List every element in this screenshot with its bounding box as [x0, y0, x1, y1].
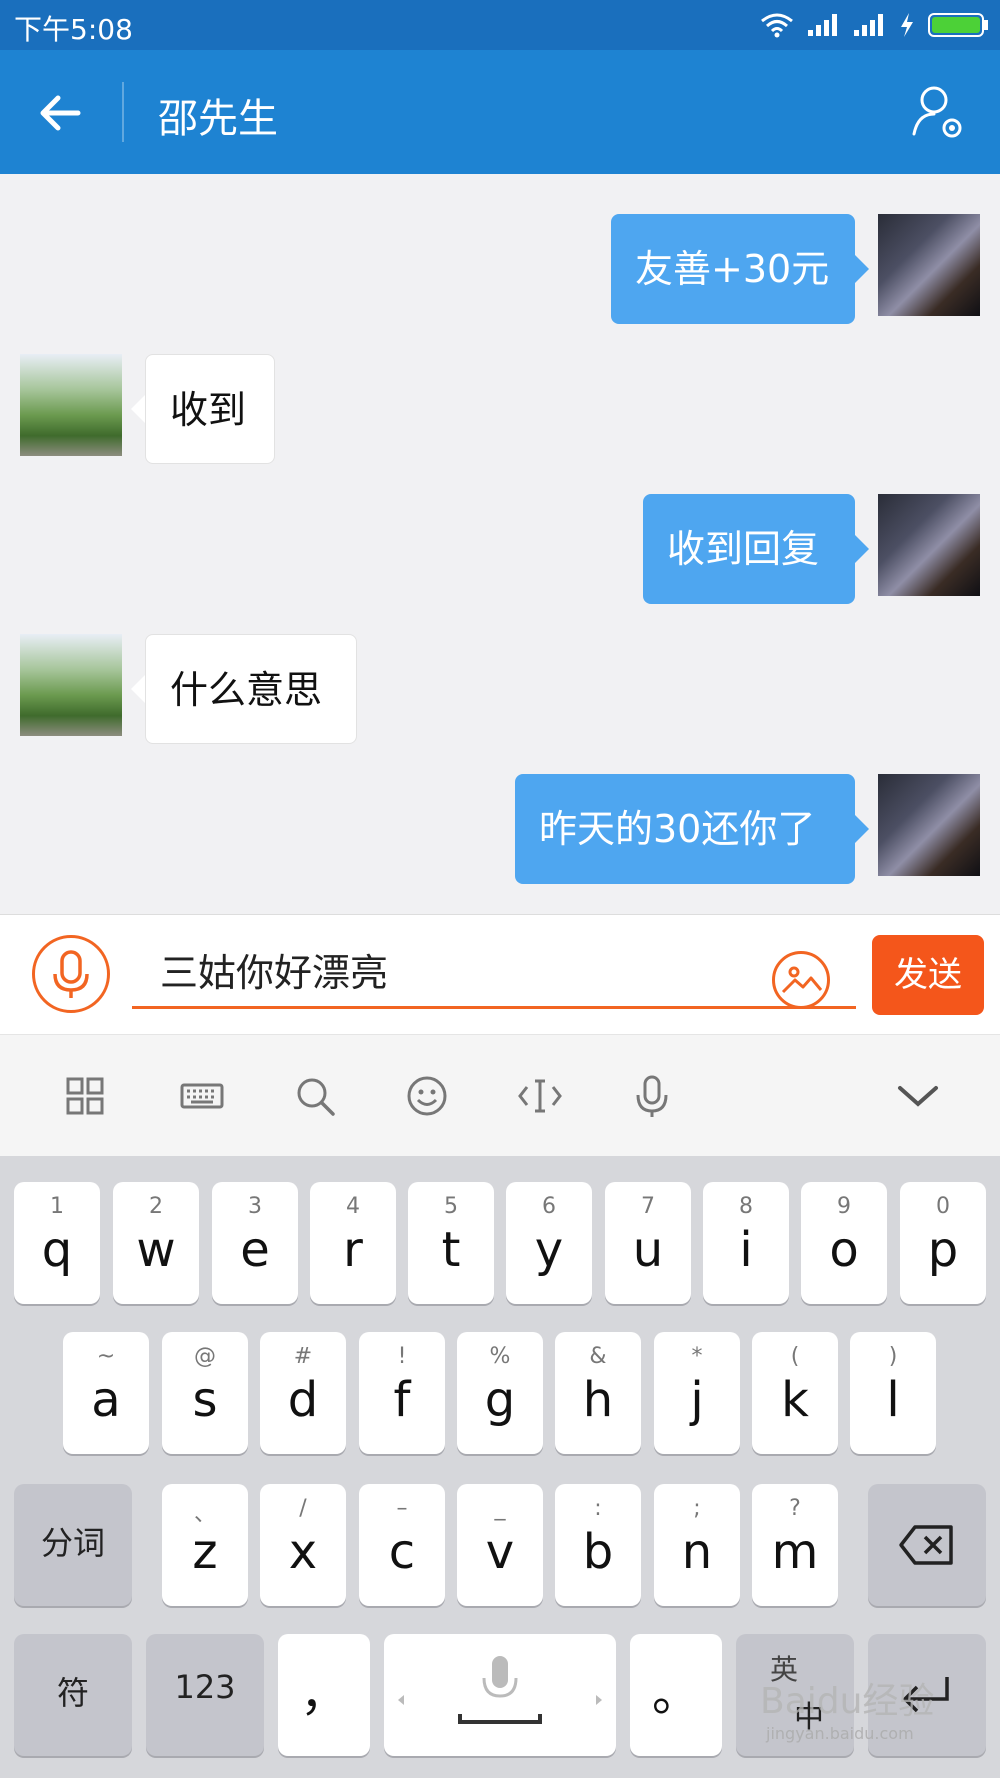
battery-icon [928, 13, 988, 37]
contact-avatar[interactable] [20, 634, 122, 736]
status-bar: 下午5:08 [0, 0, 1000, 50]
message-input[interactable]: 三姑你好漂亮 [132, 937, 856, 1009]
message-composer: 三姑你好漂亮 发送 [0, 914, 1000, 1034]
watermark-url: jingyan.baidu.com [766, 1724, 914, 1743]
message-bubble-received[interactable]: 收到 [145, 354, 275, 464]
key-v[interactable]: _ v [457, 1484, 543, 1606]
my-avatar[interactable] [878, 494, 980, 596]
number-key[interactable]: 123 [146, 1634, 264, 1756]
ime-toolbar [0, 1034, 1000, 1156]
key-a[interactable]: ~ a [63, 1332, 149, 1454]
signal-icon [808, 14, 837, 36]
backspace-key[interactable] [868, 1484, 986, 1606]
image-icon [781, 966, 823, 994]
symbol-key[interactable]: 符 [14, 1634, 132, 1756]
wifi-icon [761, 13, 793, 38]
key-u[interactable]: 7u [605, 1182, 691, 1304]
key-r[interactable]: 4r [310, 1182, 396, 1304]
period-key[interactable]: 。 [630, 1634, 722, 1756]
key-z[interactable]: 、 z [162, 1484, 248, 1606]
backspace-icon [899, 1525, 953, 1565]
signal-icon-2 [854, 14, 883, 36]
bubble-tail [131, 675, 145, 703]
watermark: Baidu经验 [760, 1681, 935, 1722]
my-avatar[interactable] [878, 774, 980, 876]
keyboard-icon[interactable] [177, 1071, 227, 1121]
bubble-tail [855, 815, 869, 843]
cursor-control-icon[interactable] [515, 1071, 565, 1121]
key-y[interactable]: 6y [506, 1182, 592, 1304]
chevron-down-icon[interactable] [893, 1071, 943, 1121]
message-bubble-sent[interactable]: 友善+30元 [611, 214, 855, 324]
contact-avatar[interactable] [20, 354, 122, 456]
status-time: 下午5:08 [14, 13, 133, 46]
chat-header: 邵先生 [0, 50, 1000, 174]
status-icons [760, 10, 990, 40]
key-m[interactable]: ? m [752, 1484, 838, 1606]
key-p[interactable]: 0p [900, 1182, 986, 1304]
key-g[interactable]: % g [457, 1332, 543, 1454]
charging-icon [901, 13, 913, 37]
key-e[interactable]: 3e [212, 1182, 298, 1304]
contact-settings-icon[interactable] [910, 82, 966, 142]
key-j[interactable]: * j [654, 1332, 740, 1454]
key-h[interactable]: & h [555, 1332, 641, 1454]
search-icon[interactable] [290, 1071, 340, 1121]
microphone-icon [398, 1656, 602, 1724]
key-s[interactable]: @ s [162, 1332, 248, 1454]
message-bubble-sent[interactable]: 收到回复 [643, 494, 855, 604]
message-bubble-sent[interactable]: 昨天的30还你了 [515, 774, 855, 884]
key-b[interactable]: :b [555, 1484, 641, 1606]
space-key[interactable] [384, 1634, 616, 1756]
grid-menu-icon[interactable] [60, 1071, 110, 1121]
image-button[interactable] [772, 951, 830, 1009]
key-c[interactable]: – c [359, 1484, 445, 1606]
header-divider [122, 82, 124, 142]
contact-name: 邵先生 [158, 96, 278, 142]
back-arrow-icon[interactable] [36, 88, 86, 138]
bubble-tail [855, 255, 869, 283]
bubble-tail [855, 535, 869, 563]
key-o[interactable]: 9o [801, 1182, 887, 1304]
key-w[interactable]: 2w [113, 1182, 199, 1304]
key-n[interactable]: ; n [654, 1484, 740, 1606]
key-f[interactable]: ! f [359, 1332, 445, 1454]
microphone-icon [53, 950, 89, 998]
voice-input-button[interactable] [32, 935, 110, 1013]
key-d[interactable]: # d [260, 1332, 346, 1454]
key-i[interactable]: 8i [703, 1182, 789, 1304]
key-x[interactable]: / x [260, 1484, 346, 1606]
my-avatar[interactable] [878, 214, 980, 316]
emoji-icon[interactable] [402, 1071, 452, 1121]
chat-messages: 友善+30元 收到 收到回复 什么意思 昨天的30还你了 [0, 174, 1000, 914]
key-l[interactable]: ) l [850, 1332, 936, 1454]
bubble-tail [131, 395, 145, 423]
segment-key[interactable]: 分词 [14, 1484, 132, 1606]
key-t[interactable]: 5t [408, 1182, 494, 1304]
message-bubble-received[interactable]: 什么意思 [145, 634, 357, 744]
key-k[interactable]: (k [752, 1332, 838, 1454]
send-button[interactable]: 发送 [872, 935, 984, 1015]
voice-icon[interactable] [627, 1071, 677, 1121]
key-q[interactable]: 1q [14, 1182, 100, 1304]
comma-key[interactable]: ， [278, 1634, 370, 1756]
